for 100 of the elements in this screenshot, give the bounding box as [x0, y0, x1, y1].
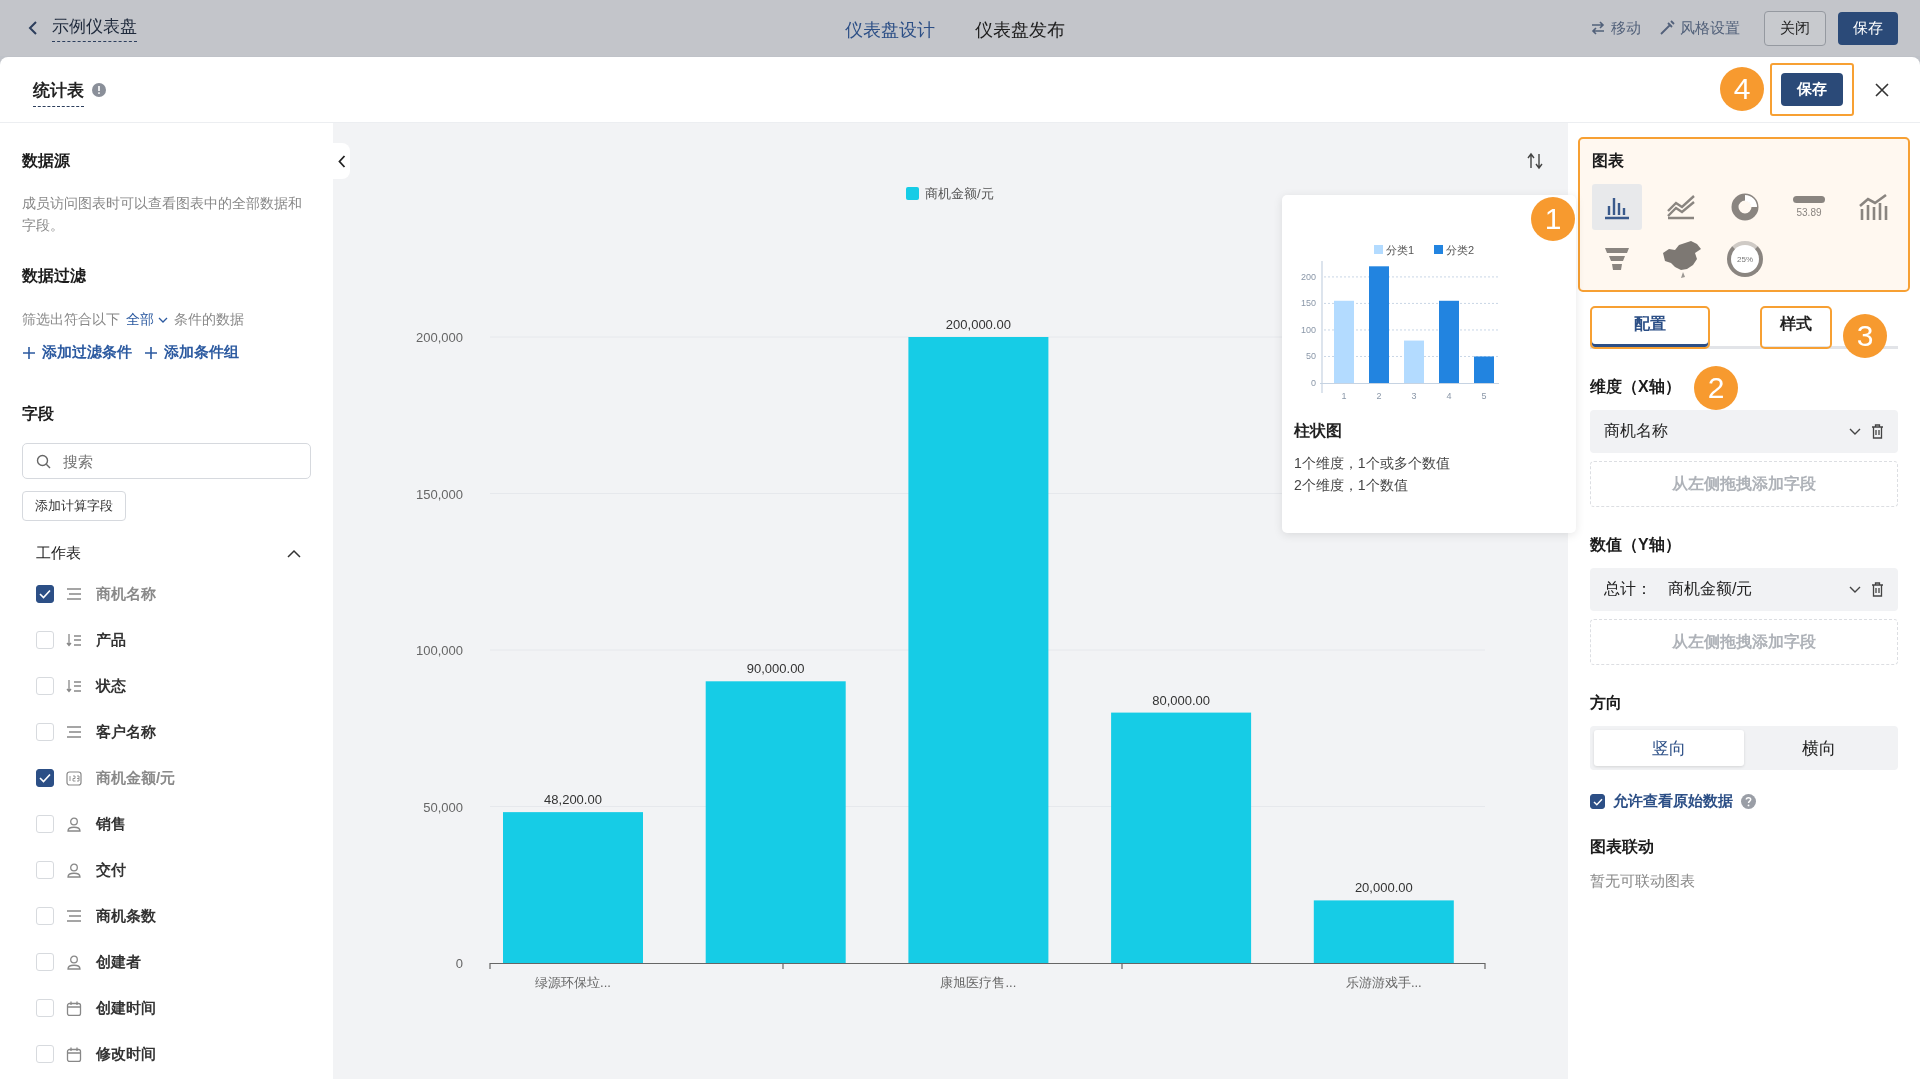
- person-icon: [66, 954, 82, 970]
- save-button[interactable]: 保存: [1838, 11, 1898, 45]
- checkbox[interactable]: [1590, 794, 1605, 809]
- data-label: 80,000.00: [1152, 692, 1210, 708]
- section-title: 图表: [1592, 151, 1624, 171]
- card-title: 柱状图: [1294, 421, 1343, 441]
- dashboard-tab[interactable]: 仪表盘设计: [845, 18, 935, 42]
- field-name: 商机名称: [1604, 421, 1669, 441]
- line-chart-icon: [1666, 194, 1696, 220]
- chevron-down-icon[interactable]: [1849, 427, 1861, 436]
- text-field-icon: [66, 587, 82, 601]
- donut-chart-icon: [1731, 193, 1759, 221]
- search-icon: [36, 453, 51, 469]
- close-icon[interactable]: [1874, 81, 1890, 98]
- filter-mode-dropdown[interactable]: 全部: [126, 311, 168, 329]
- plus-icon: [22, 345, 36, 360]
- dashboard-name: 示例仪表盘: [52, 14, 137, 42]
- field-name[interactable]: 创建者: [96, 952, 141, 972]
- direction-option[interactable]: 横向: [1744, 730, 1894, 766]
- section-title: 字段: [22, 404, 54, 424]
- trash-icon[interactable]: [1871, 582, 1884, 597]
- axis-label: 1: [1341, 391, 1347, 401]
- brush-icon: [1659, 20, 1675, 36]
- section-title: 数据过滤: [22, 266, 86, 286]
- axis-label: 150: [1300, 298, 1316, 309]
- text-field-icon: [66, 909, 82, 923]
- field-name: 商机金额/元: [1668, 579, 1754, 599]
- style-settings-button[interactable]: 风格设置: [1659, 18, 1740, 38]
- aggregation-label: 总计：: [1604, 579, 1652, 599]
- axis-label: 0: [1311, 378, 1316, 388]
- collapse-panel-button[interactable]: [333, 143, 350, 179]
- axis-label: 乐游游戏手...: [1345, 975, 1422, 990]
- chart-type-option[interactable]: 25%: [1720, 236, 1770, 282]
- chart-type-option[interactable]: 53.89: [1784, 184, 1834, 230]
- source-description: 成员访问图表时可以查看图表中的全部数据和字段。: [22, 194, 303, 235]
- dashboard-tab[interactable]: 仪表盘发布: [975, 18, 1065, 42]
- field-select[interactable]: 商机名称: [1590, 410, 1898, 453]
- section-title: 数值（Y轴）: [1590, 535, 1681, 555]
- sort-field-icon: [66, 633, 82, 647]
- filter-text: 筛选出符合以下: [22, 311, 120, 329]
- chevron-down-icon[interactable]: [1849, 585, 1861, 594]
- field-name[interactable]: 销售: [96, 814, 126, 834]
- back-link[interactable]: 示例仪表盘: [28, 14, 137, 42]
- move-button[interactable]: 移动: [1590, 18, 1641, 38]
- section-title: 维度（X轴）: [1590, 377, 1681, 397]
- check-icon: [1592, 797, 1603, 806]
- axis-label: 康旭医疗售...: [940, 975, 1017, 990]
- field-name[interactable]: 商机条数: [96, 906, 156, 926]
- axis-label: 200: [1300, 271, 1316, 282]
- axis-label: 0: [455, 956, 463, 971]
- field-select[interactable]: 总计： 商机金额/元: [1590, 568, 1898, 611]
- settings-tab[interactable]: 配置: [1590, 306, 1710, 349]
- data-label: 20,000.00: [1354, 880, 1413, 896]
- close-button[interactable]: 关闭: [1764, 10, 1826, 46]
- field-name[interactable]: 客户名称: [96, 722, 156, 742]
- add-filter-button[interactable]: 添加过滤条件: [22, 343, 132, 362]
- add-calculated-field-button[interactable]: 添加计算字段: [22, 491, 126, 521]
- field-name[interactable]: 状态: [96, 676, 126, 696]
- group-label: 工作表: [36, 543, 81, 563]
- data-label: 200,000.00: [945, 317, 1011, 332]
- field-name[interactable]: 交付: [96, 860, 126, 880]
- number-field-icon: [66, 770, 82, 786]
- checkbox[interactable]: [36, 585, 54, 603]
- dialog-title: 统计表: [33, 78, 84, 107]
- help-icon[interactable]: [1741, 794, 1756, 809]
- section-title: 数据源: [22, 151, 70, 171]
- axis-label: 150,000: [416, 486, 463, 502]
- legend-label: 分类1: [1386, 244, 1415, 256]
- axis-label: 2: [1376, 391, 1382, 401]
- save-button[interactable]: 保存: [1781, 73, 1843, 106]
- field-name[interactable]: 修改时间: [96, 1044, 156, 1064]
- legend-label: 分类2: [1446, 244, 1475, 256]
- axis-label: 100: [1300, 324, 1316, 335]
- chart-type-option[interactable]: [1592, 184, 1642, 230]
- search-field[interactable]: 搜索: [22, 443, 311, 479]
- direction-option[interactable]: 竖向: [1594, 730, 1744, 766]
- field-name[interactable]: 产品: [96, 630, 126, 650]
- chevron-left-icon: [337, 154, 346, 168]
- field-name[interactable]: 创建时间: [96, 998, 156, 1018]
- axis-label: 50,000: [423, 799, 463, 815]
- checkbox[interactable]: [36, 769, 54, 787]
- chart-legend: 商机金额/元: [906, 186, 994, 201]
- sort-icon[interactable]: [1527, 152, 1543, 170]
- settings-tab[interactable]: 样式: [1760, 306, 1832, 349]
- data-label: 48,200.00: [544, 792, 602, 808]
- calendar-icon: [66, 1000, 82, 1016]
- legend-label: 商机金额/元: [925, 186, 994, 201]
- trash-icon[interactable]: [1871, 424, 1884, 439]
- calendar-icon: [66, 1046, 82, 1062]
- add-filter-button[interactable]: 添加条件组: [144, 343, 239, 362]
- checkbox-label[interactable]: 允许查看原始数据: [1613, 792, 1733, 811]
- swap-arrows-icon: [1590, 21, 1606, 35]
- axis-label: 200,000: [416, 330, 463, 345]
- collapse-icon[interactable]: [287, 548, 301, 558]
- combo-chart-icon: [1858, 193, 1888, 221]
- info-icon: [92, 82, 106, 97]
- bar: [1404, 340, 1424, 383]
- check-icon: [39, 773, 51, 783]
- funnel-chart-icon: [1603, 246, 1631, 272]
- chart-legend: 分类2: [1434, 244, 1475, 256]
